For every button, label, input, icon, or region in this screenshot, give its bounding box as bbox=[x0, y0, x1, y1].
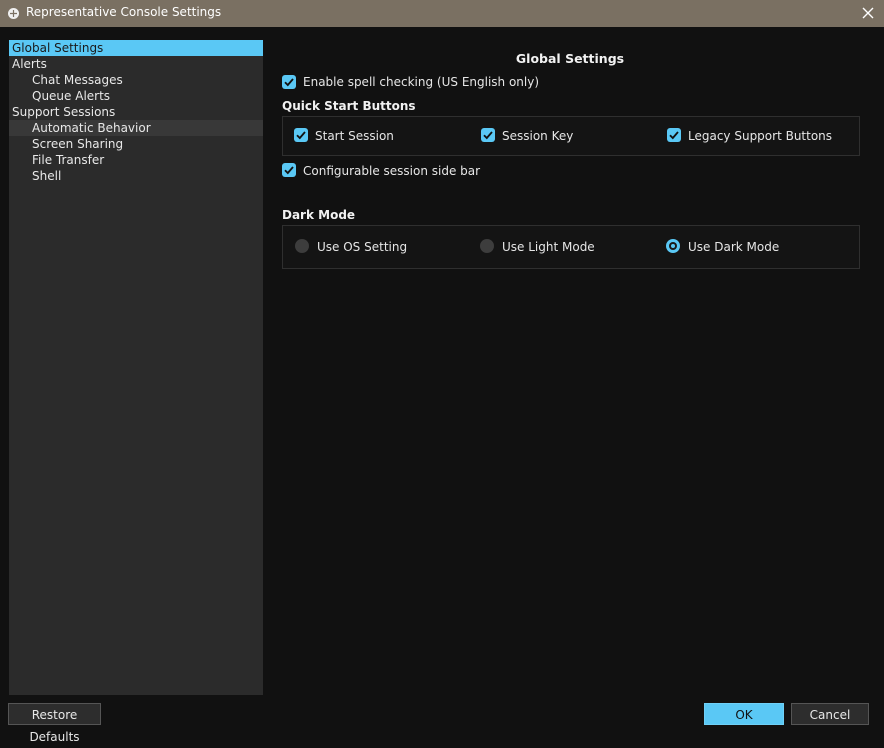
tree-item-label: Support Sessions bbox=[12, 105, 116, 119]
use-dark-mode-radio[interactable] bbox=[666, 239, 680, 253]
use-os-setting-radio[interactable] bbox=[295, 239, 309, 253]
app-icon bbox=[7, 7, 20, 20]
tree-item-global-settings[interactable]: Global Settings bbox=[9, 40, 263, 56]
configurable-sidebar-checkbox[interactable] bbox=[282, 163, 296, 177]
session-key-label: Session Key bbox=[502, 129, 574, 143]
tree-item-chat-messages[interactable]: Chat Messages bbox=[9, 72, 263, 88]
dark-mode-heading: Dark Mode bbox=[282, 208, 356, 222]
tree-item-label: Screen Sharing bbox=[32, 137, 124, 151]
use-os-setting-label: Use OS Setting bbox=[317, 240, 408, 254]
tree-item-label: Shell bbox=[32, 169, 62, 183]
spell-check-checkbox[interactable] bbox=[282, 75, 296, 89]
tree-item-automatic-behavior[interactable]: Automatic Behavior bbox=[9, 120, 263, 136]
session-key-checkbox[interactable] bbox=[481, 128, 495, 142]
ok-button[interactable]: OK bbox=[704, 703, 784, 725]
tree-item-label: Global Settings bbox=[12, 41, 104, 55]
start-session-checkbox[interactable] bbox=[294, 128, 308, 142]
legacy-support-buttons-checkbox[interactable] bbox=[667, 128, 681, 142]
tree-item-queue-alerts[interactable]: Queue Alerts bbox=[9, 88, 263, 104]
close-icon[interactable] bbox=[860, 5, 876, 21]
tree-item-support-sessions[interactable]: Support Sessions bbox=[9, 104, 263, 120]
tree-item-label: File Transfer bbox=[32, 153, 105, 167]
tree-item-shell[interactable]: Shell bbox=[9, 168, 263, 184]
cancel-button[interactable]: Cancel bbox=[791, 703, 869, 725]
tree-item-screen-sharing[interactable]: Screen Sharing bbox=[9, 136, 263, 152]
tree-item-label: Chat Messages bbox=[32, 73, 123, 87]
use-dark-mode-label: Use Dark Mode bbox=[688, 240, 780, 254]
tree-item-file-transfer[interactable]: File Transfer bbox=[9, 152, 263, 168]
use-light-mode-radio[interactable] bbox=[480, 239, 494, 253]
window-title: Representative Console Settings bbox=[26, 5, 222, 19]
start-session-label: Start Session bbox=[315, 129, 394, 143]
use-light-mode-label: Use Light Mode bbox=[502, 240, 595, 254]
tree-item-label: Alerts bbox=[12, 57, 47, 71]
quick-start-heading: Quick Start Buttons bbox=[282, 99, 416, 113]
page-title: Global Settings bbox=[515, 51, 625, 66]
tree-item-label: Automatic Behavior bbox=[32, 121, 151, 135]
spell-check-label: Enable spell checking (US English only) bbox=[303, 75, 540, 89]
title-bar[interactable]: Representative Console Settings bbox=[0, 0, 884, 27]
restore-defaults-button[interactable]: Restore Defaults bbox=[8, 703, 101, 744]
legacy-support-buttons-label: Legacy Support Buttons bbox=[688, 129, 833, 143]
settings-tree[interactable]: Global Settings Alerts Chat Messages Que… bbox=[9, 40, 263, 695]
tree-item-alerts[interactable]: Alerts bbox=[9, 56, 263, 72]
configurable-sidebar-label: Configurable session side bar bbox=[303, 164, 481, 178]
tree-item-label: Queue Alerts bbox=[32, 89, 111, 103]
